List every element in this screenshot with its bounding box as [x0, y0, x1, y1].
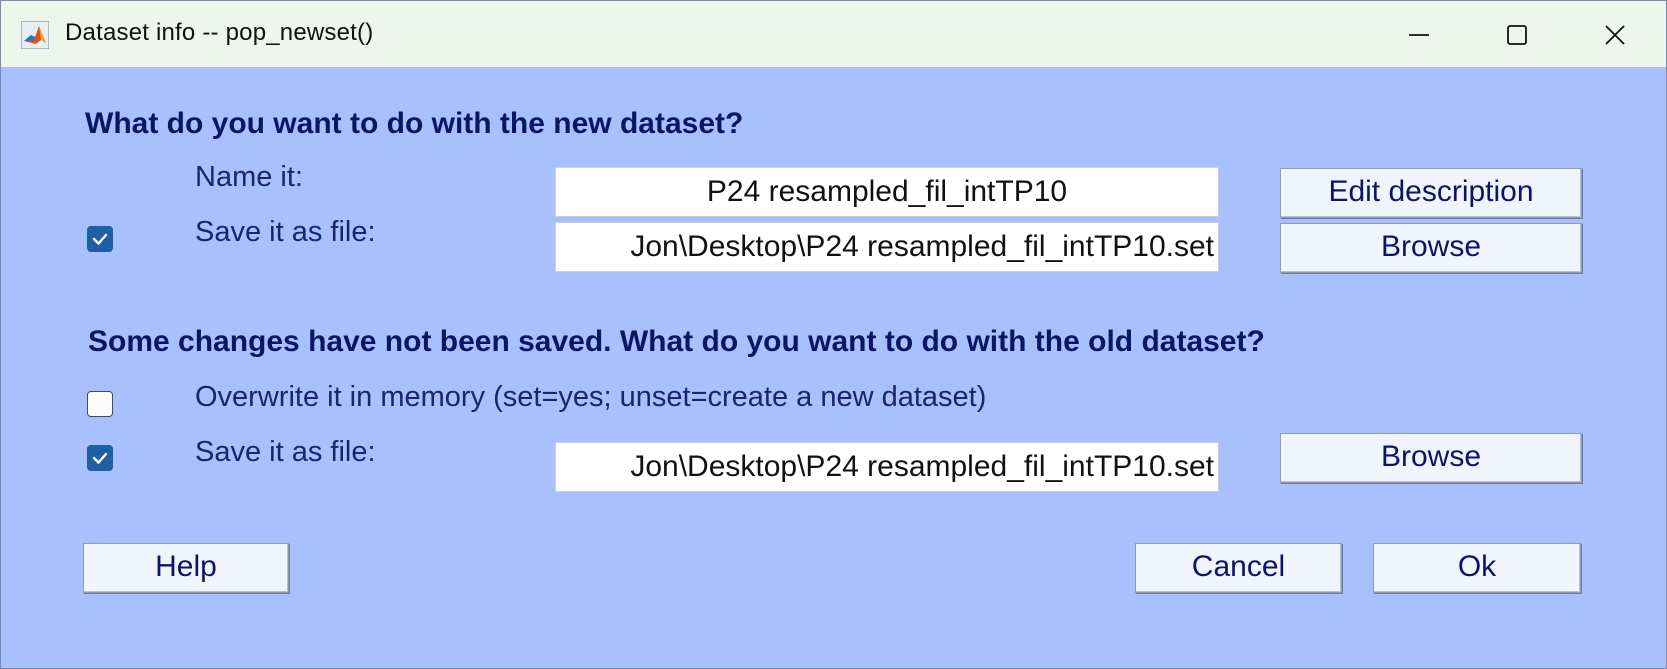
save-old-dataset-checkbox[interactable] — [87, 445, 113, 471]
browse-new-dataset-button[interactable]: Browse — [1280, 223, 1582, 273]
name-label: Name it: — [195, 161, 303, 193]
new-dataset-heading: What do you want to do with the new data… — [85, 107, 744, 140]
save-new-dataset-checkbox[interactable] — [87, 226, 113, 252]
matlab-icon — [21, 21, 49, 49]
dialog-content: What do you want to do with the new data… — [1, 67, 1666, 668]
checkmark-icon — [92, 233, 108, 245]
old-dataset-file-path-input[interactable]: Jon\Desktop\P24 resampled_fil_intTP10.se… — [555, 442, 1219, 492]
checkmark-icon — [92, 452, 108, 464]
overwrite-in-memory-label: Overwrite it in memory (set=yes; unset=c… — [195, 381, 987, 413]
edit-description-button[interactable]: Edit description — [1280, 168, 1582, 218]
dataset-name-value: P24 resampled_fil_intTP10 — [706, 175, 1068, 208]
window-title: Dataset info -- pop_newset() — [65, 19, 374, 46]
overwrite-in-memory-checkbox[interactable] — [87, 391, 113, 417]
dataset-name-input[interactable]: P24 resampled_fil_intTP10 — [555, 167, 1219, 217]
old-dataset-heading: Some changes have not been saved. What d… — [88, 325, 1265, 358]
save-old-dataset-label: Save it as file: — [195, 436, 376, 468]
dataset-info-dialog: Dataset info -- pop_newset() What do you… — [0, 0, 1667, 669]
cancel-button[interactable]: Cancel — [1135, 543, 1342, 593]
browse-old-dataset-button[interactable]: Browse — [1280, 433, 1582, 483]
close-icon[interactable] — [1597, 17, 1633, 53]
save-new-dataset-label: Save it as file: — [195, 216, 376, 248]
ok-button[interactable]: Ok — [1373, 543, 1581, 593]
maximize-icon[interactable] — [1499, 17, 1535, 53]
new-dataset-file-path-value: Jon\Desktop\P24 resampled_fil_intTP10.se… — [630, 230, 1214, 263]
title-bar[interactable]: Dataset info -- pop_newset() — [1, 1, 1666, 67]
minimize-icon[interactable] — [1401, 17, 1437, 53]
old-dataset-file-path-value: Jon\Desktop\P24 resampled_fil_intTP10.se… — [630, 450, 1214, 483]
help-button[interactable]: Help — [83, 543, 289, 593]
new-dataset-file-path-input[interactable]: Jon\Desktop\P24 resampled_fil_intTP10.se… — [555, 222, 1219, 272]
